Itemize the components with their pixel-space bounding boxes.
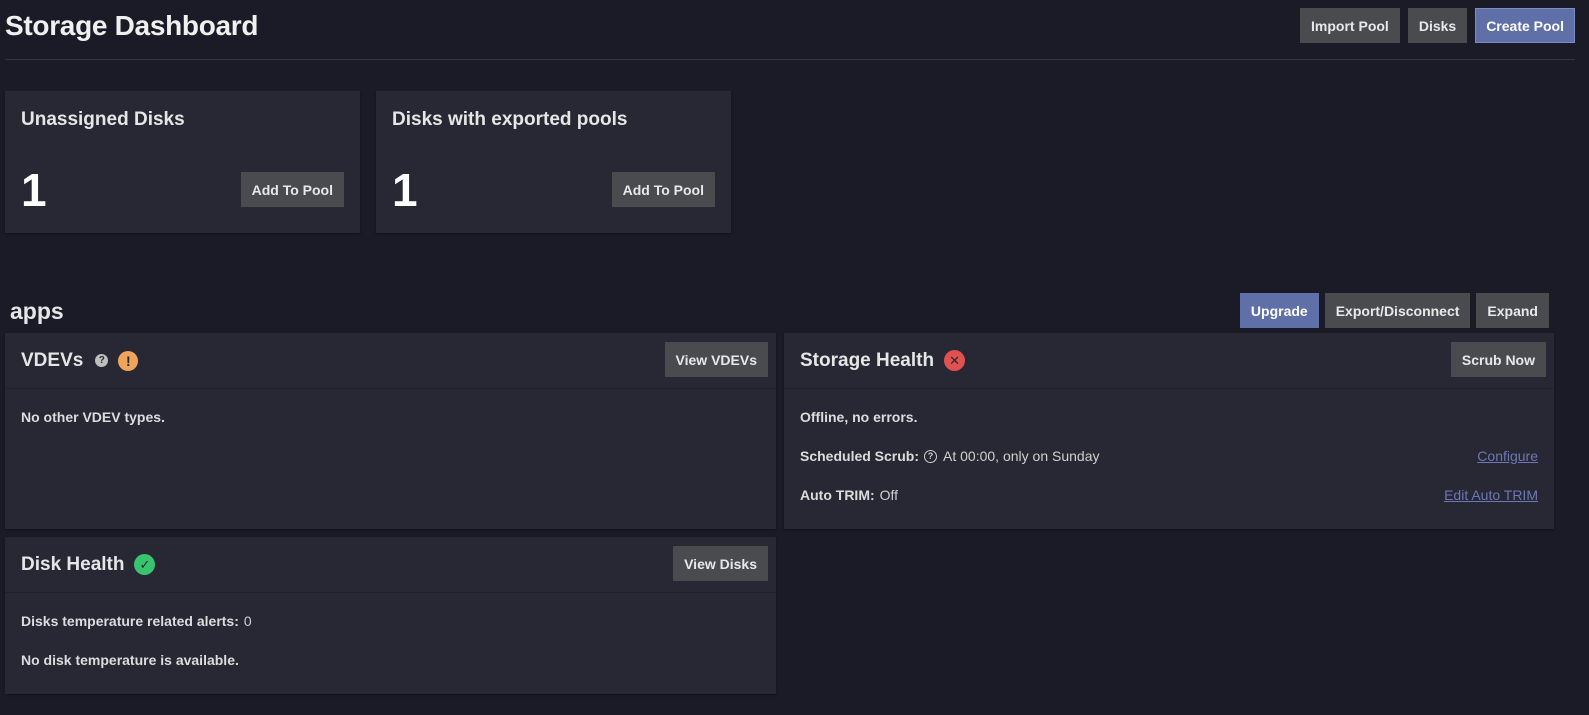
scrub-now-button[interactable]: Scrub Now (1450, 342, 1546, 377)
import-pool-button[interactable]: Import Pool (1300, 8, 1400, 43)
page-header: Storage Dashboard Import Pool Disks Crea… (5, 0, 1575, 60)
storage-health-panel-body: Offline, no errors. Scheduled Scrub: ? A… (800, 407, 1538, 524)
vdevs-panel-body: No other VDEV types. (21, 407, 760, 446)
add-to-pool-button[interactable]: Add To Pool (240, 172, 344, 207)
export-disconnect-button[interactable]: Export/Disconnect (1324, 293, 1471, 328)
vdevs-message: No other VDEV types. (21, 409, 165, 425)
storage-health-status-row: Offline, no errors. (800, 407, 1538, 427)
disk-health-panel-body: Disks temperature related alerts: 0 No d… (21, 611, 760, 689)
help-circle-icon[interactable]: ? (95, 354, 109, 367)
unassigned-disks-card: Unassigned Disks 1 Add To Pool (5, 91, 360, 233)
expand-button[interactable]: Expand (1476, 293, 1549, 328)
upgrade-button[interactable]: Upgrade (1239, 293, 1319, 328)
disk-health-panel-header: Disk Health ✓ View Disks (5, 537, 776, 593)
disks-button[interactable]: Disks (1407, 8, 1468, 43)
check-circle-icon: ✓ (134, 554, 156, 575)
storage-health-panel-header: Storage Health ✕ Scrub Now (784, 333, 1554, 389)
vdevs-message-row: No other VDEV types. (21, 407, 760, 427)
temp-alerts-row: Disks temperature related alerts: 0 (21, 611, 760, 631)
exported-pools-card: Disks with exported pools 1 Add To Pool (376, 91, 731, 233)
temp-alerts-value: 0 (243, 613, 252, 629)
alert-circle-icon[interactable]: ! (118, 350, 139, 371)
help-circle-outline-icon[interactable]: ? (924, 449, 938, 463)
auto-trim-value: Off (879, 487, 899, 503)
configure-scrub-link[interactable]: Configure (1477, 448, 1538, 464)
vdevs-panel-header: VDEVs ? ! View VDEVs (5, 333, 776, 389)
auto-trim-label: Auto TRIM: (800, 487, 875, 503)
auto-trim-row: Auto TRIM: Off Edit Auto TRIM (800, 485, 1538, 505)
view-vdevs-button[interactable]: View VDEVs (664, 342, 768, 377)
temp-message: No disk temperature is available. (21, 652, 239, 668)
page-title: Storage Dashboard (5, 10, 259, 41)
vdevs-panel: VDEVs ? ! View VDEVs No other VDEV types… (5, 333, 776, 529)
disk-health-title: Disk Health (21, 553, 125, 575)
disk-health-title-group: Disk Health ✓ (21, 553, 156, 576)
close-circle-icon: ✕ (944, 350, 966, 371)
header-actions: Import Pool Disks Create Pool (1300, 8, 1575, 43)
add-exported-to-pool-button[interactable]: Add To Pool (611, 172, 715, 207)
vdevs-title-group: VDEVs ? ! (21, 349, 139, 372)
view-disks-button[interactable]: View Disks (673, 546, 768, 581)
storage-health-title-group: Storage Health ✕ (800, 349, 966, 372)
exported-pools-title: Disks with exported pools (392, 109, 628, 130)
disk-health-panel: Disk Health ✓ View Disks Disks temperatu… (5, 537, 776, 694)
pool-actions: Upgrade Export/Disconnect Expand (1239, 293, 1549, 328)
unassigned-disks-count: 1 (21, 164, 47, 216)
edit-auto-trim-link[interactable]: Edit Auto TRIM (1444, 487, 1538, 503)
scheduled-scrub-label: Scheduled Scrub: (800, 448, 920, 464)
unassigned-disks-title: Unassigned Disks (21, 109, 185, 130)
temp-message-row: No disk temperature is available. (21, 650, 760, 670)
storage-health-status: Offline, no errors. (800, 409, 918, 425)
create-pool-button[interactable]: Create Pool (1475, 8, 1575, 43)
pool-name: apps (10, 298, 64, 324)
scheduled-scrub-value: At 00:00, only on Sunday (943, 448, 1100, 464)
storage-health-panel: Storage Health ✕ Scrub Now Offline, no e… (784, 333, 1554, 529)
vdevs-title: VDEVs (21, 349, 84, 371)
storage-health-title: Storage Health (800, 349, 935, 371)
exported-pools-count: 1 (392, 164, 418, 216)
scheduled-scrub-row: Scheduled Scrub: ? At 00:00, only on Sun… (800, 446, 1538, 466)
temp-alerts-label: Disks temperature related alerts: (21, 613, 239, 629)
